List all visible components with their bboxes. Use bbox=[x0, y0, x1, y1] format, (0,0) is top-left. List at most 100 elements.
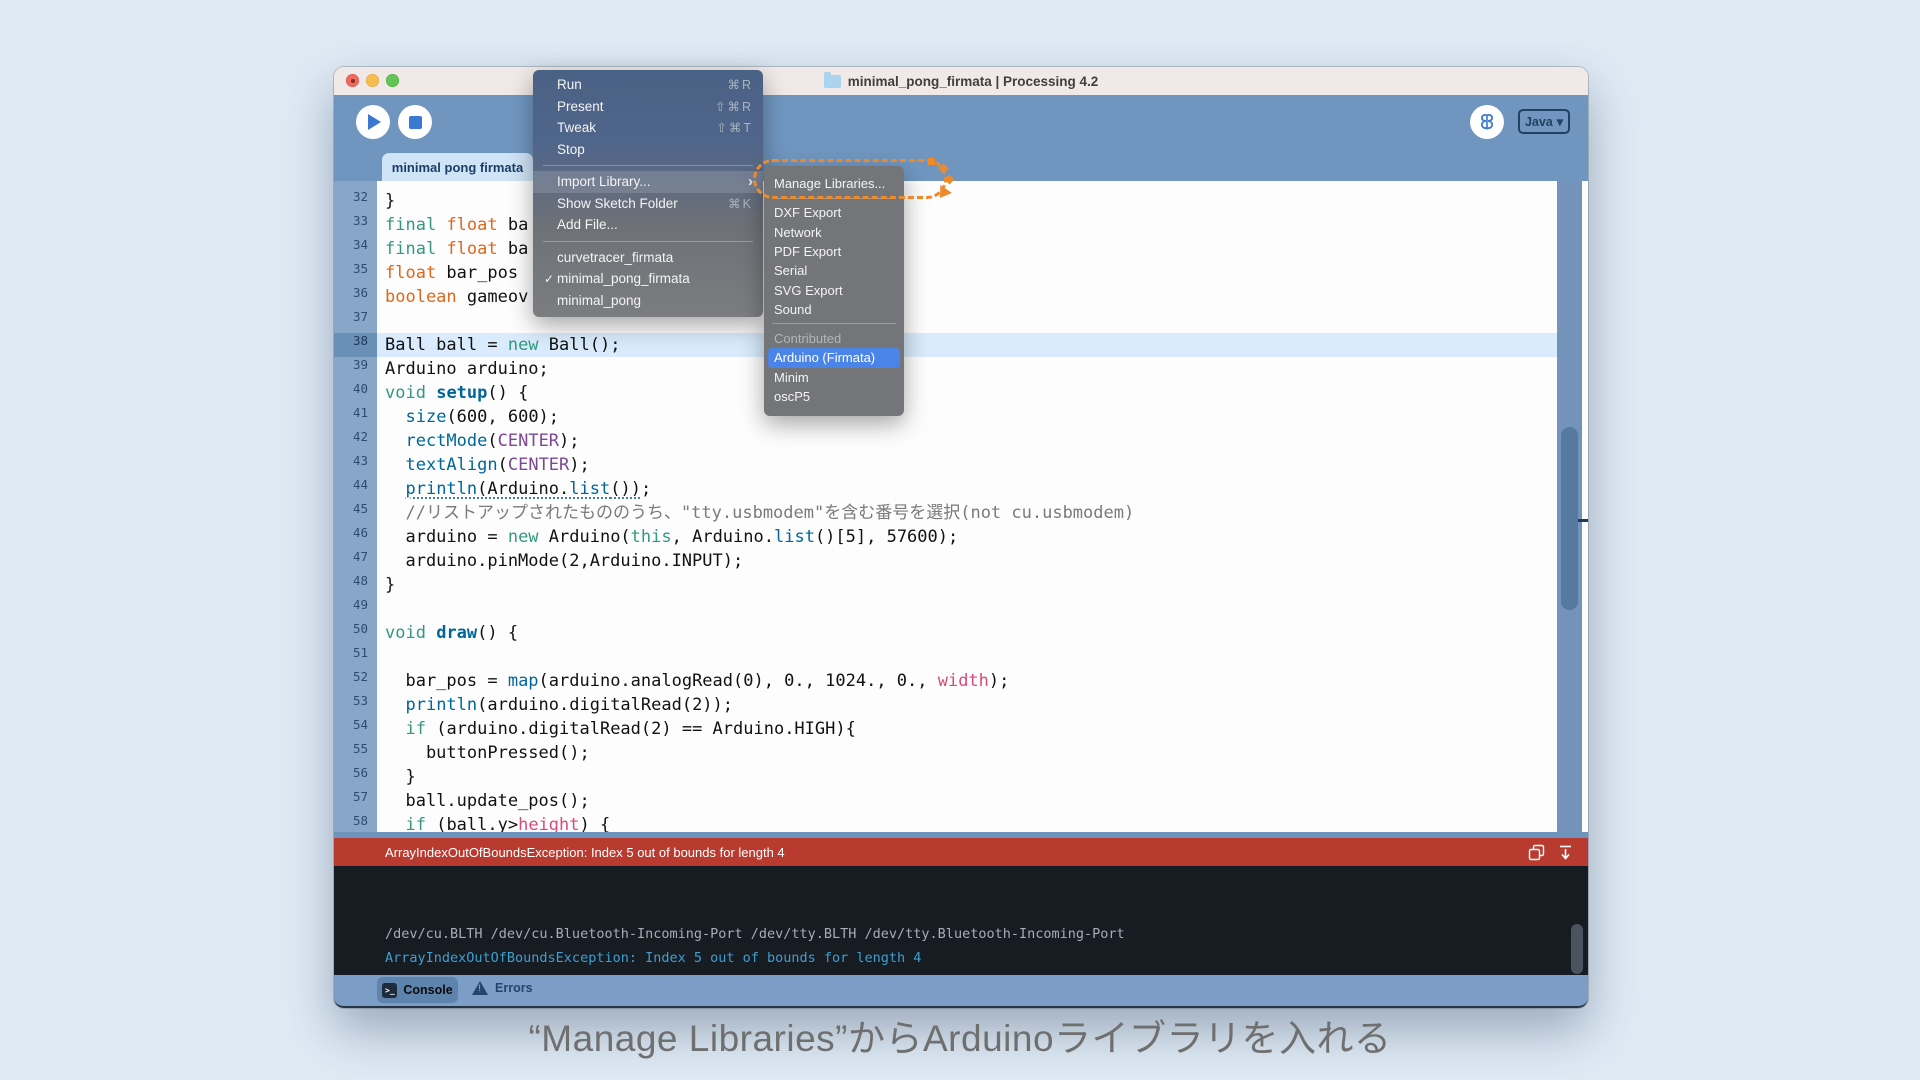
stop-button[interactable] bbox=[398, 105, 432, 139]
code-line-41[interactable]: 41 size(600, 600); bbox=[334, 405, 1557, 429]
code-line-54[interactable]: 54 if (arduino.digitalRead(2) == Arduino… bbox=[334, 717, 1557, 741]
code-text: } bbox=[377, 765, 1557, 789]
code-text bbox=[377, 597, 1557, 621]
close-button[interactable] bbox=[346, 74, 359, 87]
code-text: bar_pos = map(arduino.analogRead(0), 0.,… bbox=[377, 669, 1557, 693]
editor-scrollbar[interactable] bbox=[1557, 181, 1582, 832]
code-line-40[interactable]: 40void setup() { bbox=[334, 381, 1557, 405]
submenu-item-contributed: Contributed bbox=[764, 328, 904, 347]
code-line-42[interactable]: 42 rectMode(CENTER); bbox=[334, 429, 1557, 453]
code-line-37[interactable]: 37 bbox=[334, 309, 1557, 333]
error-status-bar: ArrayIndexOutOfBoundsException: Index 5 … bbox=[334, 838, 1588, 866]
menu-item-import-library[interactable]: Import Library...› bbox=[533, 171, 763, 193]
line-number: 42 bbox=[334, 429, 377, 453]
line-number: 51 bbox=[334, 645, 377, 669]
submenu-item-serial[interactable]: Serial bbox=[764, 261, 904, 280]
code-line-36[interactable]: 36boolean gameov bbox=[334, 285, 1557, 309]
submenu-item-pdf-export[interactable]: PDF Export bbox=[764, 242, 904, 261]
menu-item-label: Add File... bbox=[557, 217, 753, 232]
menu-item-label: Tweak bbox=[557, 120, 716, 135]
traffic-lights bbox=[346, 74, 399, 87]
menu-item-label: Run bbox=[557, 77, 727, 92]
code-line-48[interactable]: 48} bbox=[334, 573, 1557, 597]
code-line-49[interactable]: 49 bbox=[334, 597, 1557, 621]
tab-errors[interactable]: Errors bbox=[472, 981, 533, 995]
code-line-51[interactable]: 51 bbox=[334, 645, 1557, 669]
line-number: 46 bbox=[334, 525, 377, 549]
code-line-56[interactable]: 56 } bbox=[334, 765, 1557, 789]
submenu-item-dxf-export[interactable]: DXF Export bbox=[764, 203, 904, 222]
code-line-38[interactable]: 38Ball ball = new Ball(); bbox=[334, 333, 1557, 357]
menu-item-minimal-pong-firmata[interactable]: ✓minimal_pong_firmata bbox=[533, 268, 763, 290]
line-number: 37 bbox=[334, 309, 377, 333]
folder-icon bbox=[824, 75, 841, 88]
code-line-39[interactable]: 39Arduino arduino; bbox=[334, 357, 1557, 381]
code-line-45[interactable]: 45 //リストアップされたもののうち、"tty.usbmodem"を含む番号を… bbox=[334, 501, 1557, 525]
code-text: if (ball.y>height) { bbox=[377, 813, 1557, 832]
annotation-dash bbox=[928, 158, 935, 165]
console-scrollbar-thumb[interactable] bbox=[1571, 924, 1583, 974]
code-line-46[interactable]: 46 arduino = new Arduino(this, Arduino.l… bbox=[334, 525, 1557, 549]
window-titlebar[interactable]: minimal_pong_firmata | Processing 4.2 bbox=[334, 67, 1588, 95]
menu-item-present[interactable]: Present⇧⌘R bbox=[533, 96, 763, 118]
mode-selector-java[interactable]: Java▾ bbox=[1518, 109, 1570, 134]
run-button[interactable] bbox=[356, 105, 390, 139]
code-editor[interactable]: 32}33final float ba34final float ba35flo… bbox=[334, 181, 1588, 832]
menu-item-show-sketch-folder[interactable]: Show Sketch Folder⌘K bbox=[533, 193, 763, 215]
menu-item-tweak[interactable]: Tweak⇧⌘T bbox=[533, 117, 763, 139]
code-text: void draw() { bbox=[377, 621, 1557, 645]
submenu-item-arduino-firmata[interactable]: Arduino (Firmata) bbox=[768, 348, 900, 368]
code-line-33[interactable]: 33final float ba bbox=[334, 213, 1557, 237]
terminal-icon: >_ bbox=[382, 983, 397, 998]
collapse-console-icon[interactable] bbox=[1557, 844, 1574, 861]
copy-error-icon[interactable] bbox=[1528, 844, 1545, 861]
code-line-58[interactable]: 58 if (ball.y>height) { bbox=[334, 813, 1557, 832]
code-line-57[interactable]: 57 ball.update_pos(); bbox=[334, 789, 1557, 813]
menu-item-minimal-pong[interactable]: minimal_pong bbox=[533, 290, 763, 312]
code-text: buttonPressed(); bbox=[377, 741, 1557, 765]
sketch-menu: Run⌘RPresent⇧⌘RTweak⇧⌘TStopImport Librar… bbox=[533, 70, 763, 317]
code-line-43[interactable]: 43 textAlign(CENTER); bbox=[334, 453, 1557, 477]
code-line-55[interactable]: 55 buttonPressed(); bbox=[334, 741, 1557, 765]
menu-item-label: Import Library... bbox=[557, 174, 748, 189]
menu-item-curvetracer-firmata[interactable]: curvetracer_firmata bbox=[533, 247, 763, 269]
window-title: minimal_pong_firmata | Processing 4.2 bbox=[824, 74, 1099, 89]
submenu-item-sound[interactable]: Sound bbox=[764, 300, 904, 319]
submenu-item-network[interactable]: Network bbox=[764, 222, 904, 241]
tab-minimal-pong-firmata[interactable]: minimal pong firmata bbox=[382, 153, 533, 181]
code-text: arduino = new Arduino(this, Arduino.list… bbox=[377, 525, 1557, 549]
code-lines: 32}33final float ba34final float ba35flo… bbox=[334, 189, 1557, 832]
menu-item-stop[interactable]: Stop bbox=[533, 139, 763, 161]
submenu-item-svg-export[interactable]: SVG Export bbox=[764, 281, 904, 300]
submenu-item-oscp5[interactable]: oscP5 bbox=[764, 387, 904, 406]
code-line-44[interactable]: 44 println(Arduino.list()); bbox=[334, 477, 1557, 501]
play-icon bbox=[368, 114, 381, 130]
code-line-50[interactable]: 50void draw() { bbox=[334, 621, 1557, 645]
code-line-34[interactable]: 34final float ba bbox=[334, 237, 1557, 261]
submenu-item-minim[interactable]: Minim bbox=[764, 368, 904, 387]
zoom-button[interactable] bbox=[386, 74, 399, 87]
menu-item-label: curvetracer_firmata bbox=[557, 250, 753, 265]
submenu-item-manage-libraries[interactable]: Manage Libraries... bbox=[764, 172, 904, 194]
bottom-tab-bar: >_ Console Errors bbox=[334, 975, 1588, 1008]
submenu-separator bbox=[772, 323, 896, 324]
tab-console[interactable]: >_ Console bbox=[377, 977, 458, 1003]
menu-shortcut: ⌘R bbox=[727, 77, 753, 92]
line-number: 35 bbox=[334, 261, 377, 285]
menu-item-add-file[interactable]: Add File... bbox=[533, 214, 763, 236]
code-text: println(arduino.digitalRead(2)); bbox=[377, 693, 1557, 717]
debug-button[interactable] bbox=[1470, 105, 1504, 139]
line-number: 40 bbox=[334, 381, 377, 405]
code-line-53[interactable]: 53 println(arduino.digitalRead(2)); bbox=[334, 693, 1557, 717]
code-text: rectMode(CENTER); bbox=[377, 429, 1557, 453]
code-line-52[interactable]: 52 bar_pos = map(arduino.analogRead(0), … bbox=[334, 669, 1557, 693]
code-line-35[interactable]: 35float bar_pos bbox=[334, 261, 1557, 285]
console-line: ArrayIndexOutOfBoundsException: Index 5 … bbox=[385, 946, 1125, 970]
editor-scrollbar-thumb[interactable] bbox=[1561, 427, 1578, 610]
minimize-button[interactable] bbox=[366, 74, 379, 87]
menu-item-label: minimal_pong_firmata bbox=[557, 271, 753, 286]
console-panel[interactable]: /dev/cu.BLTH /dev/cu.Bluetooth-Incoming-… bbox=[334, 866, 1588, 975]
line-number: 45 bbox=[334, 501, 377, 525]
menu-item-run[interactable]: Run⌘R bbox=[533, 74, 763, 96]
code-line-47[interactable]: 47 arduino.pinMode(2,Arduino.INPUT); bbox=[334, 549, 1557, 573]
